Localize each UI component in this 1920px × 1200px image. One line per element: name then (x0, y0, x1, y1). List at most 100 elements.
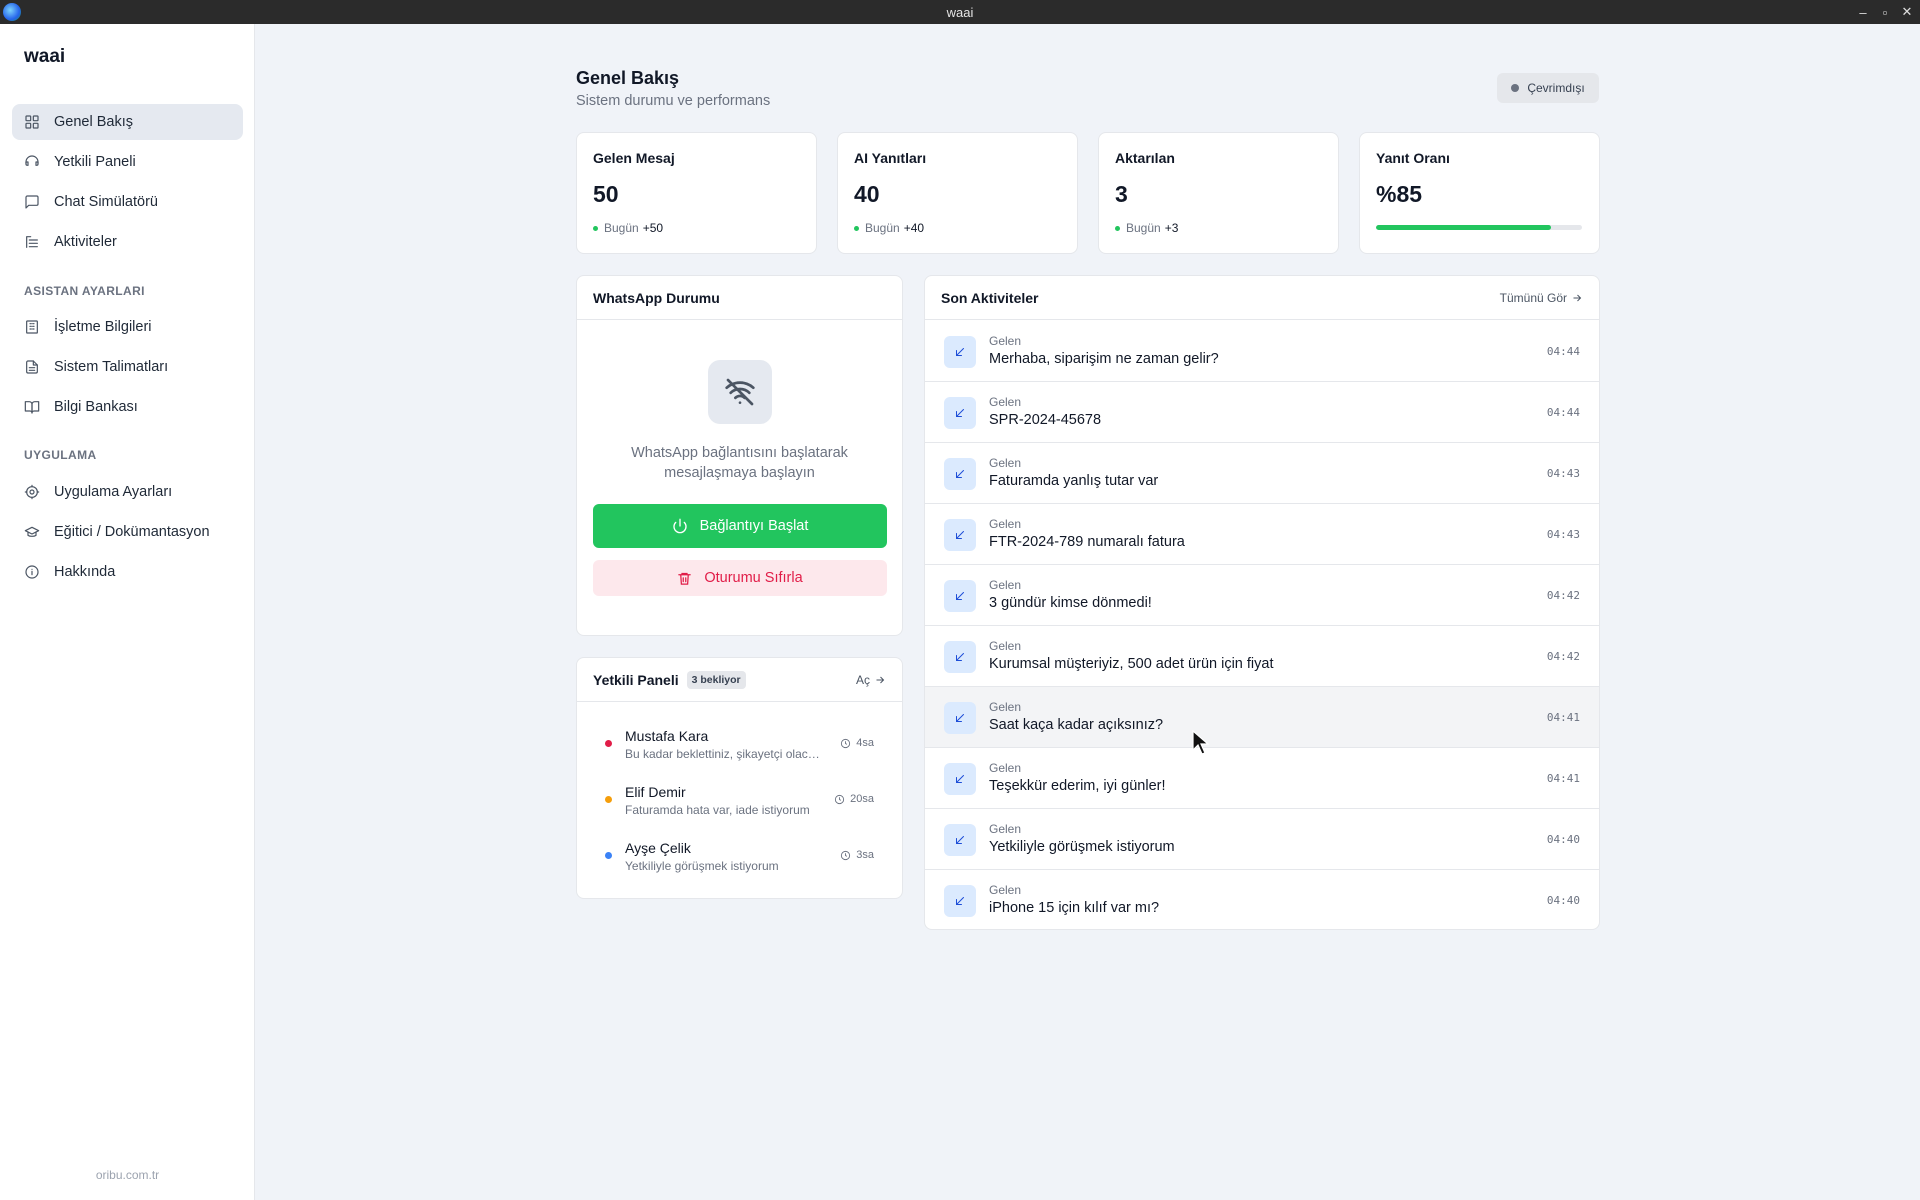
clock-icon (841, 850, 851, 860)
wait-time-label: 3sa (856, 849, 874, 861)
activity-text: FTR-2024-789 numaralı fatura (989, 534, 1185, 550)
activity-row[interactable]: Gelen iPhone 15 için kılıf var mı? 04:40 (925, 870, 1599, 929)
progress-fill (1376, 225, 1552, 230)
window-titlebar: waai – ▫ ✕ (0, 0, 1920, 24)
activity-row[interactable]: Gelen Saat kaça kadar açıksınız? 04:41 (925, 687, 1599, 748)
activity-text: 3 gündür kimse dönmedi! (989, 595, 1152, 611)
priority-dot (605, 740, 612, 747)
activity-text: Saat kaça kadar açıksınız? (989, 717, 1164, 733)
priority-dot (605, 852, 612, 859)
book-icon (24, 401, 40, 414)
activity-time: 04:41 (1546, 711, 1580, 724)
activity-text: iPhone 15 için kılıf var mı? (989, 900, 1160, 916)
see-all-link[interactable]: Tümünü Gör (1500, 291, 1583, 305)
sidebar-item-agent-panel[interactable]: Yetkili Paneli (12, 144, 243, 180)
activity-kind: Gelen (989, 822, 1022, 836)
activity-row[interactable]: Gelen SPR-2024-45678 04:44 (925, 382, 1599, 443)
customer-message: Yetkiliyle görüşmek istiyorum (625, 859, 779, 873)
stat-label: Gelen Mesaj (593, 150, 675, 166)
sidebar-item-chat-simulator[interactable]: Chat Simülatörü (12, 184, 243, 220)
sidebar-item-app-settings[interactable]: Uygulama Ayarları (12, 474, 243, 510)
sidebar-item-label: Hakkında (54, 564, 116, 580)
stat-card-ai-replies: AI Yanıtları 40 Bugün +40 (837, 132, 1078, 254)
section-label-assistant: ASISTAN AYARLARI (24, 284, 145, 298)
incoming-arrow-icon (944, 336, 976, 368)
activity-time: 04:43 (1546, 467, 1580, 480)
sidebar-item-tutorial[interactable]: Eğitici / Dokümantasyon (12, 514, 243, 550)
sidebar-item-label: Uygulama Ayarları (54, 484, 173, 500)
activity-row[interactable]: Gelen Teşekkür ederim, iyi günler! 04:41 (925, 748, 1599, 809)
sidebar-item-knowledge-base[interactable]: Bilgi Bankası (12, 389, 243, 425)
activity-row[interactable]: Gelen Yetkiliyle görüşmek istiyorum 04:40 (925, 809, 1599, 870)
wait-time: 3sa (840, 849, 874, 861)
activity-row[interactable]: Gelen FTR-2024-789 numaralı fatura 04:43 (925, 504, 1599, 565)
chat-icon (25, 195, 39, 209)
wait-time-label: 20sa (850, 793, 874, 805)
activity-kind: Gelen (989, 700, 1022, 714)
clock-icon (841, 738, 851, 748)
start-connection-button[interactable]: Bağlantıyı Başlat (593, 504, 887, 548)
footer-link[interactable]: oribu.com.tr (0, 1168, 255, 1182)
green-dot (593, 225, 598, 231)
incoming-arrow-icon (944, 824, 976, 856)
activity-time: 04:41 (1546, 772, 1580, 785)
sidebar-item-label: Sistem Talimatları (54, 359, 169, 375)
wait-time: 4sa (840, 737, 874, 749)
stat-sub-value: +40 (903, 221, 925, 235)
minimize-button[interactable]: – (1852, 2, 1874, 22)
maximize-button[interactable]: ▫ (1874, 2, 1896, 22)
app-icon (3, 3, 21, 21)
grid-icon (25, 115, 39, 129)
status-dot (1511, 84, 1520, 92)
sidebar-item-label: Bilgi Bankası (54, 399, 138, 415)
sidebar-item-business-info[interactable]: İşletme Bilgileri (12, 309, 243, 345)
agent-panel-card: Yetkili Paneli 3 bekliyor Aç Mustafa Kar… (576, 657, 903, 899)
sidebar-item-system-instructions[interactable]: Sistem Talimatları (12, 349, 243, 385)
page-subtitle: Sistem durumu ve performans (576, 93, 771, 109)
status-badge: Çevrimdışı (1497, 73, 1599, 103)
customer-name: Mustafa Kara (625, 728, 709, 744)
sidebar-item-activities[interactable]: Aktiviteler (12, 224, 243, 260)
reset-session-button[interactable]: Oturumu Sıfırla (593, 560, 887, 596)
stat-sub: Bugün +3 (1115, 221, 1178, 235)
incoming-arrow-icon (944, 641, 976, 673)
stat-value: 50 (593, 181, 619, 207)
card-header: WhatsApp Durumu (577, 276, 902, 320)
agent-queue-item[interactable]: Ayşe Çelik Yetkiliyle görüşmek istiyorum… (593, 835, 886, 879)
customer-message: Bu kadar beklettiniz, şikayetçi olacağım (625, 747, 825, 761)
clock-icon (835, 794, 845, 804)
brand-logo: waai (24, 46, 66, 67)
card-header: Son Aktiviteler Tümünü Gör (925, 276, 1599, 320)
stat-sub: Bugün +50 (593, 221, 663, 235)
response-rate-progress (1376, 225, 1582, 230)
whatsapp-status-card: WhatsApp Durumu WhatsApp bağlantısını ba… (576, 275, 903, 636)
sidebar-item-about[interactable]: Hakkında (12, 554, 243, 590)
mouse-cursor-icon (1192, 730, 1210, 755)
activity-row[interactable]: Gelen Faturamda yanlış tutar var 04:43 (925, 443, 1599, 504)
activity-row[interactable]: Gelen Merhaba, siparişim ne zaman gelir? 0… (925, 321, 1599, 382)
open-agent-panel-link[interactable]: Aç (856, 673, 886, 687)
list-icon (26, 236, 38, 248)
sidebar-item-overview[interactable]: Genel Bakış (12, 104, 243, 140)
building-icon (26, 320, 38, 334)
incoming-arrow-icon (944, 885, 976, 917)
card-title: Son Aktiviteler (941, 289, 1039, 306)
button-label: Oturumu Sıfırla (704, 570, 803, 586)
status-label: Çevrimdışı (1527, 81, 1585, 95)
incoming-arrow-icon (944, 763, 976, 795)
activity-kind: Gelen (989, 883, 1022, 897)
agent-queue-item[interactable]: Elif Demir Faturamda hata var, iade isti… (593, 779, 886, 823)
stat-value: %85 (1376, 181, 1423, 207)
close-button[interactable]: ✕ (1896, 2, 1918, 22)
stat-sub-label: Bugün (1126, 221, 1161, 235)
activity-row[interactable]: Gelen Kurumsal müşteriyiz, 500 adet ürün … (925, 626, 1599, 687)
sidebar-item-label: Aktiviteler (54, 234, 117, 250)
whatsapp-message: WhatsApp bağlantısını başlatarak mesajla… (631, 445, 848, 481)
stat-label: Yanıt Oranı (1376, 150, 1450, 166)
agent-queue-item[interactable]: Mustafa Kara Bu kadar beklettiniz, şikay… (593, 723, 886, 767)
activity-kind: Gelen (989, 334, 1022, 348)
activity-time: 04:43 (1546, 528, 1580, 541)
stat-sub-label: Bugün (865, 221, 900, 235)
sidebar-item-label: Chat Simülatörü (54, 194, 158, 210)
activity-row[interactable]: Gelen 3 gündür kimse dönmedi! 04:42 (925, 565, 1599, 626)
